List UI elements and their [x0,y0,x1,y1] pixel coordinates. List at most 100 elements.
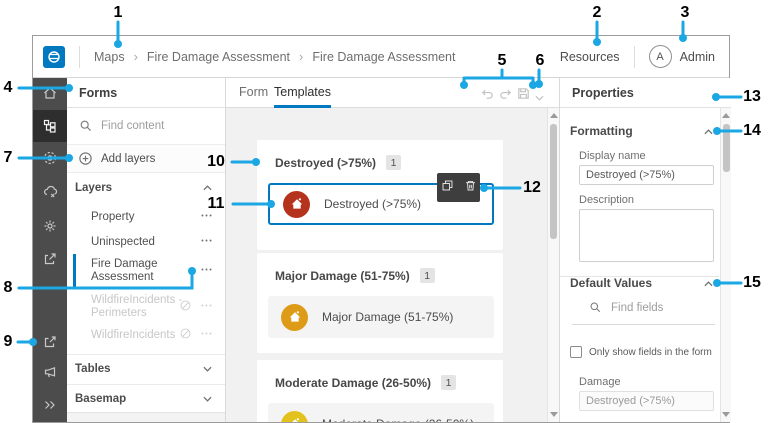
breadcrumb-separator: › [299,49,304,64]
editor-toolbar: Form Templates [226,78,559,108]
settings-gear-icon[interactable] [33,211,67,241]
chevron-down-icon [203,363,212,375]
callout-3: 3 [680,4,690,21]
basemap-section-header[interactable]: Basemap [67,384,225,413]
basemap-section-label: Basemap [75,393,127,405]
callout-4: 4 [3,79,13,96]
user-name[interactable]: Admin [680,50,715,64]
header-divider [633,45,635,68]
save-icon[interactable] [516,86,531,106]
scrollbar-thumb[interactable] [550,124,557,239]
duplicate-icon[interactable] [441,179,454,197]
globe-icon [48,50,60,63]
search-icon [80,120,91,131]
damage-field-input[interactable] [579,391,714,411]
layer-options-icon[interactable] [200,234,213,250]
count-badge: 1 [386,155,402,170]
tab-form[interactable]: Form [239,78,268,108]
callout-10: 10 [207,153,225,170]
expand-rail-icon[interactable] [33,390,67,420]
forms-icon[interactable] [33,110,67,142]
properties-panel: Properties Formatting Display name Descr… [559,78,731,422]
layer-item-uninspected[interactable]: Uninspected [67,231,225,253]
delete-trash-icon[interactable] [464,179,477,197]
app-body: Forms Add layers Layers Property [33,78,731,422]
templates-scrollbar[interactable] [547,108,559,422]
scrollbar-thumb[interactable] [723,124,730,172]
callout-13: 13 [743,88,761,105]
callout-6: 6 [535,52,545,69]
count-badge: 1 [419,268,435,283]
moderate-damage-symbol-icon [281,410,308,422]
find-content-search[interactable] [67,108,225,145]
default-values-section-label: Default Values [570,276,653,290]
callout-9: 9 [3,333,13,350]
find-fields-input[interactable] [611,301,706,314]
add-layers-button[interactable]: Add layers [67,145,225,173]
plus-circle-icon [79,152,92,165]
template-card-major-damage[interactable]: Major Damage (51-75%) [268,296,494,338]
default-values-section-header[interactable]: Default Values [570,276,713,290]
layer-options-icon[interactable] [200,263,213,279]
tab-templates[interactable]: Templates [274,78,331,108]
group-title-row: Destroyed (>75%) 1 [257,140,503,170]
only-show-fields-checkbox[interactable] [570,346,582,358]
chevron-up-icon [704,124,713,138]
esri-logo-icon[interactable] [43,45,65,68]
card-actions-toolbar [437,173,480,202]
layer-options-icon[interactable] [200,299,213,315]
chevron-down-icon[interactable] [534,89,545,107]
redo-icon[interactable] [498,86,513,106]
layer-item-wildfire-incidents[interactable]: WildfireIncidents [67,324,225,346]
layer-item-fire-damage-assessment[interactable]: Fire Damage Assessment [67,254,225,287]
layers-section-header[interactable]: Layers [67,173,225,202]
display-name-input[interactable] [579,165,714,185]
geofence-icon[interactable] [33,143,67,173]
layer-options-icon[interactable] [200,327,213,343]
template-group-moderate-damage: Moderate Damage (26-50%) 1 Moderate Dama… [257,360,503,422]
scroll-up-arrow[interactable] [549,113,558,118]
scroll-down-arrow[interactable] [722,412,730,417]
resources-link[interactable]: Resources [560,50,620,64]
app-header: Maps › Fire Damage Assessment › Fire Dam… [33,36,729,78]
forms-panel-footer [67,412,225,422]
breadcrumb-map-name[interactable]: Fire Damage Assessment [147,50,290,64]
layer-item-wildfire-perimeters[interactable]: WildfireIncidents - Perimeters [67,290,225,323]
template-card-moderate-damage[interactable]: Moderate Damage (26-50%) [268,403,494,422]
chevron-up-icon [704,276,713,290]
open-in-new-icon[interactable] [33,327,67,357]
add-layers-label: Add layers [101,152,156,165]
only-show-fields-label: Only show fields in the form [589,346,712,358]
offline-cloud-icon[interactable] [33,177,67,207]
tables-section-label: Tables [75,363,111,375]
properties-scrollbar[interactable] [720,108,731,422]
search-icon [590,302,601,313]
group-title: Major Damage (51-75%) [275,268,410,283]
group-title-row: Moderate Damage (26-50%) 1 [257,360,503,390]
tables-section-header[interactable]: Tables [67,354,225,383]
callout-14: 14 [743,122,761,139]
callout-1: 1 [113,4,123,21]
header-divider [79,45,80,68]
share-icon[interactable] [33,244,67,274]
find-content-input[interactable] [101,120,211,132]
breadcrumb-maps[interactable]: Maps [94,50,125,64]
scroll-up-arrow[interactable] [722,113,730,118]
user-avatar[interactable]: A [648,45,672,68]
callout-7: 7 [3,149,13,166]
layer-item-property[interactable]: Property [67,206,225,228]
breadcrumb-page-name: Fire Damage Assessment [312,49,456,64]
group-title: Destroyed (>75%) [275,155,377,170]
description-textarea[interactable] [579,209,714,262]
find-fields-search[interactable] [589,301,706,314]
app-window: Maps › Fire Damage Assessment › Fire Dam… [32,35,731,423]
count-badge: 1 [441,375,457,390]
callout-12: 12 [523,179,541,196]
announcements-megaphone-icon[interactable] [33,357,67,387]
template-card-label: Destroyed (>75%) [324,197,422,211]
home-icon[interactable] [33,78,67,108]
formatting-section-header[interactable]: Formatting [570,124,713,138]
undo-icon[interactable] [480,86,495,106]
scroll-down-arrow[interactable] [549,412,558,417]
template-group-destroyed: Destroyed (>75%) 1 Destroyed (>75%) [257,140,503,250]
